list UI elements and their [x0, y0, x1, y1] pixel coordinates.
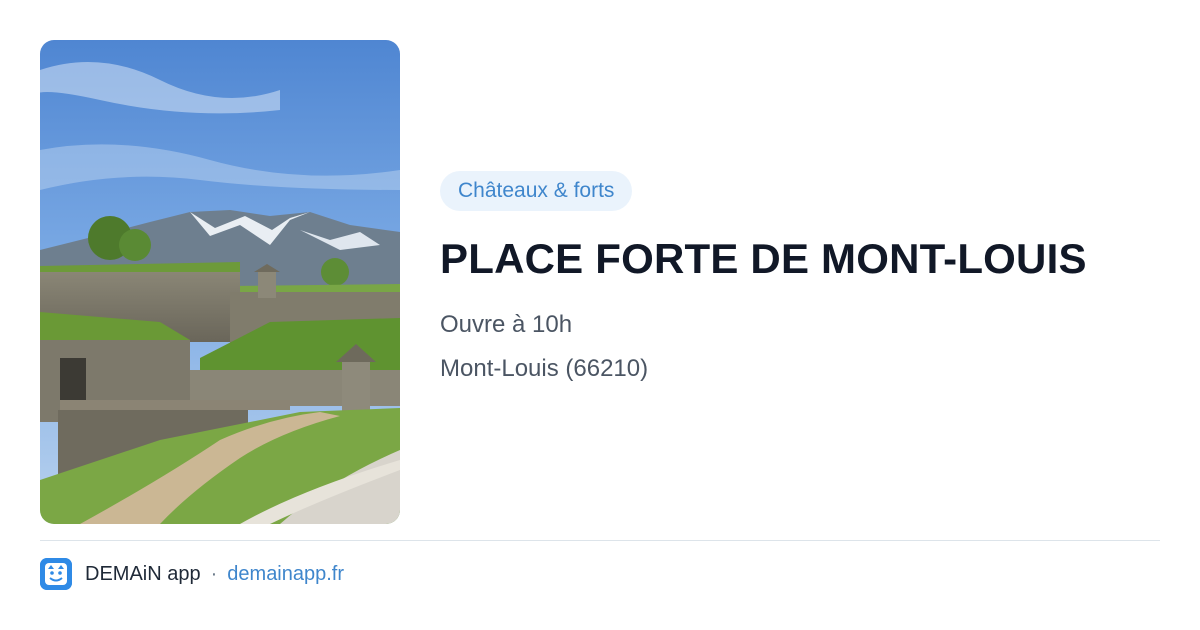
app-logo-icon — [40, 558, 72, 590]
place-location: Mont-Louis (66210) — [440, 355, 649, 382]
share-card: Châteaux & forts PLACE FORTE DE MONT-LOU… — [0, 0, 1200, 630]
brand-name: DEMAiN app — [85, 562, 201, 585]
page-title: PLACE FORTE DE MONT-LOUIS — [440, 235, 1087, 282]
brand-website-link[interactable]: demainapp.fr — [227, 563, 344, 586]
place-info: Châteaux & forts PLACE FORTE DE MONT-LOU… — [440, 171, 1160, 385]
place-photo — [40, 40, 400, 524]
footer: DEMAiN app · demainapp.fr — [40, 558, 344, 590]
footer-separator: · — [210, 562, 218, 585]
footer-divider — [40, 540, 1160, 541]
category-badge[interactable]: Châteaux & forts — [440, 171, 633, 211]
opening-hours: Ouvre à 10h — [440, 311, 573, 338]
